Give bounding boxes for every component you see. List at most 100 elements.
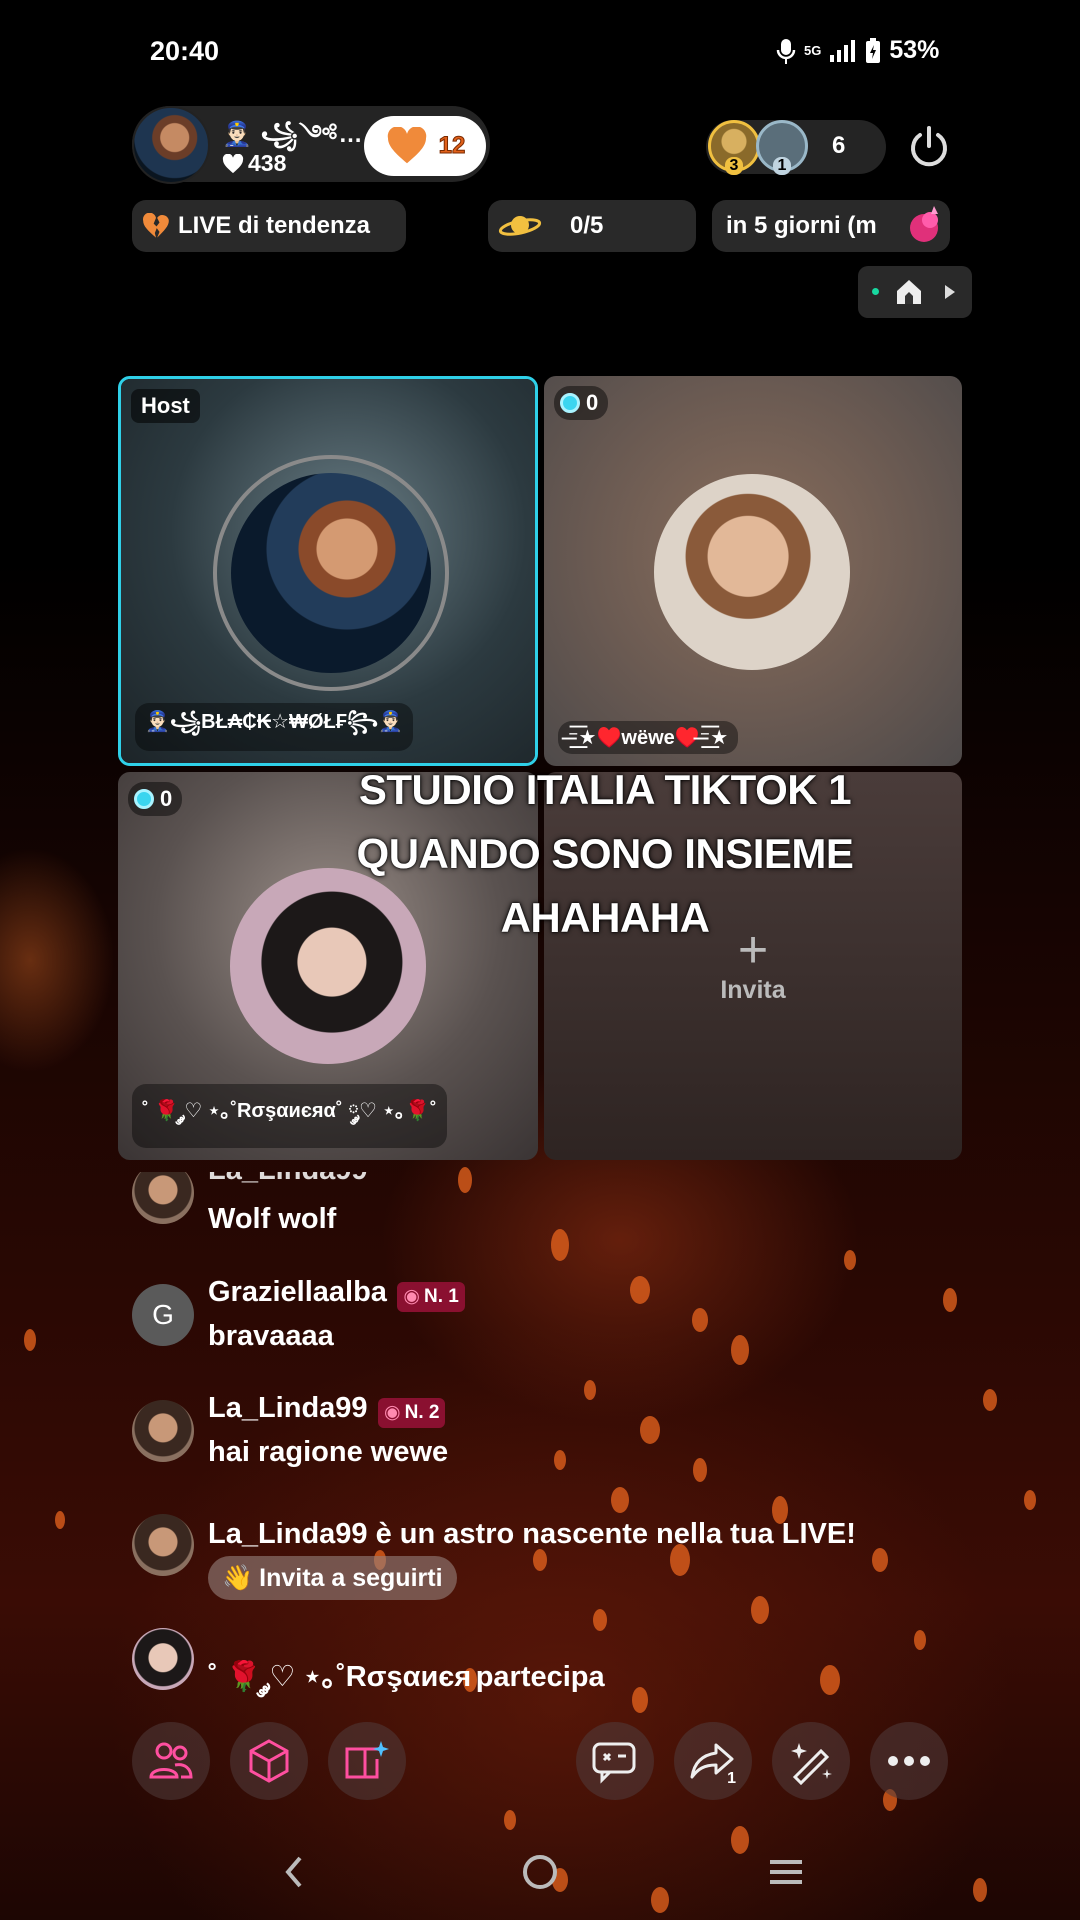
follow-heart-icon (387, 127, 426, 164)
book-sparkle-icon (345, 1741, 389, 1779)
top-viewer-avatar-1[interactable]: 3 (708, 120, 760, 175)
score-icon (134, 789, 154, 809)
chat-avatar[interactable] (132, 1400, 194, 1462)
planet-icon (498, 216, 542, 236)
nav-home-button[interactable] (510, 1852, 570, 1892)
chat-username[interactable]: ˚ 🌹 ༘♡ ⋆｡˚Rσşαиєя (208, 1661, 471, 1693)
caption-line-1: STUDIO ITALIA TIKTOK 1 (358, 766, 852, 813)
chat-message: Wolf wolf (208, 1203, 337, 1235)
medal-icon: ◉ (403, 1286, 420, 1308)
guest2-name: ˚ 🌹 ༘♡ ⋆｡˚Rσşαиєяα˚ ༘♡ ⋆｡🌹˚ (132, 1084, 447, 1148)
host-tile[interactable]: Host 👮🏻‍♂️꧁BŁ₳₵₭☆₩ØŁ₣꧂👮🏻‍♂️ (118, 376, 538, 766)
trending-label: LIVE di tendenza (178, 212, 371, 239)
people-icon (149, 1742, 193, 1779)
more-icon (888, 1756, 930, 1766)
invite-label: Invita (720, 976, 786, 1004)
host-tile-avatar (231, 473, 431, 673)
goal-chip[interactable]: 0/5 (488, 200, 696, 252)
chat-username[interactable]: Graziellaalba (208, 1276, 387, 1308)
comment-button[interactable] (576, 1722, 654, 1800)
chat-message: hai ragione wewe (208, 1436, 449, 1468)
signal-icon (830, 39, 856, 62)
follow-count: 12 (438, 132, 466, 160)
status-icons: 5G 53% (776, 36, 939, 65)
share-count: 1 (727, 1770, 736, 1787)
guest1-avatar (654, 474, 850, 670)
activity-button[interactable] (328, 1722, 406, 1800)
nav-back-button[interactable] (264, 1852, 324, 1892)
chat-avatar[interactable]: G (132, 1284, 194, 1346)
top-viewer-avatar-2[interactable]: 1 (756, 120, 808, 175)
countdown-chip[interactable]: in 5 giorni (m (712, 200, 950, 252)
chat-avatar[interactable] (132, 1172, 194, 1224)
back-icon (285, 1856, 302, 1888)
cube-icon (249, 1739, 289, 1783)
nav-recents-button[interactable] (756, 1852, 816, 1892)
effects-button[interactable] (230, 1722, 308, 1800)
battery-icon (866, 37, 881, 63)
score-icon (560, 393, 580, 413)
countdown-label: in 5 giorni (m (726, 212, 877, 239)
power-icon[interactable] (906, 124, 952, 170)
chat-clip: La_Linda99 (0, 1172, 1080, 1232)
guest2-score: 0 (160, 786, 173, 811)
viewer-count[interactable]: 6 (832, 132, 845, 160)
guest2-score-badge: 0 (128, 782, 183, 816)
viewer-rank-1: 3 (724, 157, 744, 175)
chat-username[interactable]: La_Linda99 (208, 1172, 368, 1187)
host-likes: 438 (222, 150, 286, 177)
status-time: 20:40 (150, 36, 220, 66)
mic-icon (776, 38, 796, 64)
wand-icon (791, 1743, 832, 1785)
recents-icon (770, 1860, 802, 1884)
network-label: 5G (804, 43, 822, 58)
goal-progress: 0/5 (570, 212, 604, 239)
caption-line-3: AHAHAHA (500, 894, 710, 941)
guest1-score: 0 (586, 390, 599, 415)
chat-username[interactable]: La_Linda99 (208, 1392, 368, 1424)
join-message: ˚ 🌹 ༘♡ ⋆｡˚Rσşαиєя partecipa (208, 1644, 605, 1726)
mini-controls[interactable] (858, 266, 972, 318)
status-dot (872, 288, 879, 295)
host-avatar[interactable] (132, 106, 210, 184)
share-button[interactable]: 1 (674, 1722, 752, 1800)
host-likes-count: 438 (248, 150, 287, 176)
host-tile-name: 👮🏻‍♂️꧁BŁ₳₵₭☆₩ØŁ₣꧂👮🏻‍♂️ (135, 703, 413, 751)
chat-avatar[interactable] (132, 1514, 194, 1576)
chat-box-icon (592, 1742, 636, 1784)
chat-message: bravaaaa (208, 1320, 334, 1352)
join-text: partecipa (475, 1661, 605, 1693)
trending-chip[interactable]: LIVE di tendenza (132, 200, 406, 252)
caption-line-2: QUANDO SONO INSIEME (356, 830, 854, 877)
heart-icon (222, 153, 244, 173)
chat-header: La_Linda99 ◉ N. 2 (208, 1392, 446, 1428)
battery-percent: 53% (889, 36, 940, 64)
rank-badge: ◉ N. 1 (397, 1281, 465, 1312)
guest-tile-1[interactable]: 0 ⁻̶͟͞★♥️wëwe♥️⁻̶͟͞★ (544, 376, 962, 766)
home-icon[interactable] (894, 277, 924, 307)
host-badge: Host (131, 389, 200, 423)
overlay-caption: STUDIO ITALIA TIKTOK 1 QUANDO SONO INSIE… (300, 758, 910, 950)
chat-header: Graziellaalba ◉ N. 1 (208, 1276, 465, 1312)
guest1-score-badge: 0 (554, 386, 609, 420)
more-button[interactable] (870, 1722, 948, 1800)
home-circle-icon (523, 1855, 557, 1889)
follow-button[interactable]: 12 (364, 116, 486, 176)
rank-text: N. 1 (423, 1285, 459, 1307)
invite-follow-label: Invita a seguirti (259, 1563, 443, 1592)
enhance-button[interactable] (772, 1722, 850, 1800)
system-message: La_Linda99 è un astro nascente nella tua… (208, 1518, 856, 1550)
heart-flame-icon (910, 206, 938, 242)
medal-icon: ◉ (384, 1402, 401, 1424)
guests-button[interactable] (132, 1722, 210, 1800)
guest1-name: ⁻̶͟͞★♥️wëwe♥️⁻̶͟͞★ (558, 721, 739, 754)
invite-follow-button[interactable]: 👋 Invita a seguirti (208, 1556, 457, 1600)
avatar-letter: G (152, 1299, 174, 1330)
chat-avatar[interactable] (132, 1628, 194, 1690)
wave-icon: 👋 (222, 1563, 254, 1592)
broken-heart-icon (143, 213, 169, 238)
viewer-rank-2: 1 (772, 157, 792, 175)
play-icon[interactable] (942, 283, 958, 301)
rank-text: N. 2 (404, 1401, 440, 1423)
rank-badge: ◉ N. 2 (378, 1397, 446, 1428)
